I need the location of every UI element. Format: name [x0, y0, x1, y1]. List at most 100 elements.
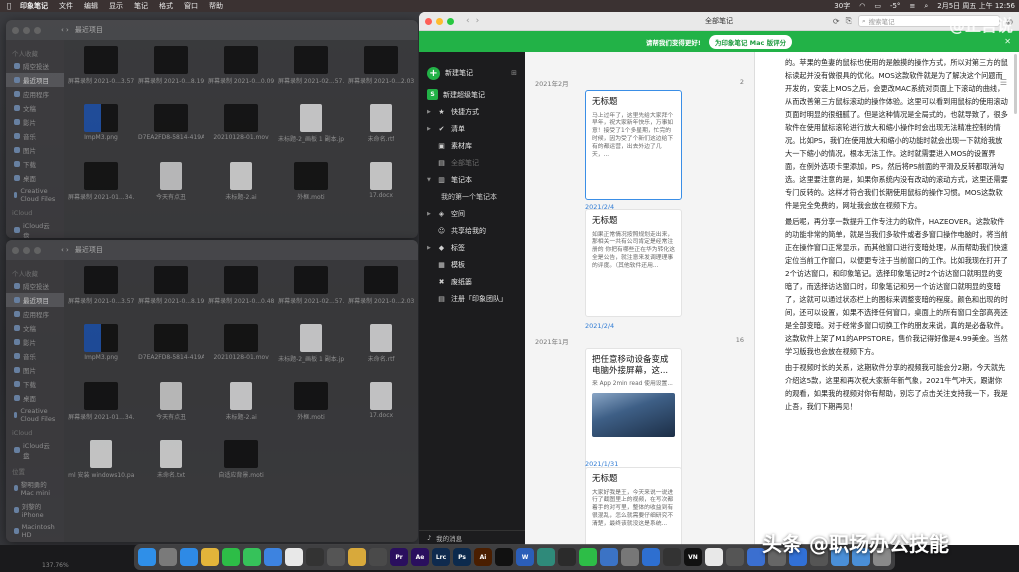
- photos-icon[interactable]: [348, 548, 366, 566]
- music-icon[interactable]: [663, 548, 681, 566]
- sidebar-item[interactable]: 黎明勇的 Mac mini: [6, 477, 64, 499]
- sidebar-item[interactable]: 音乐: [6, 129, 64, 143]
- file-item[interactable]: 屏幕录制 2021-0...3.57.mov: [68, 266, 134, 322]
- file-item[interactable]: 今天有点丑: [138, 162, 204, 218]
- sidebar-item[interactable]: 文稿: [6, 101, 64, 115]
- menu-window[interactable]: 窗口: [184, 1, 198, 11]
- file-item[interactable]: 未命名.txt: [138, 440, 204, 496]
- sidebar-item[interactable]: ▶ ✔ 清单: [419, 120, 525, 137]
- close-icon[interactable]: ✕: [1004, 37, 1011, 46]
- chrome-icon[interactable]: [201, 548, 219, 566]
- note-card[interactable]: 无标题 大家好我是王，今天来说一说进行了截图里上的视频，在写次都着手的对写里，整体…: [585, 467, 682, 545]
- settings-icon[interactable]: [621, 548, 639, 566]
- sidebar-item[interactable]: 影片: [6, 115, 64, 129]
- finalcut-icon[interactable]: [306, 548, 324, 566]
- sidebar-item[interactable]: ▶ ◆ 标签: [419, 239, 525, 256]
- menu-view[interactable]: 显示: [109, 1, 123, 11]
- file-item[interactable]: ml 安装 windows10.pages: [68, 440, 134, 496]
- sidebar-item[interactable]: Seagate Expansi: [6, 541, 64, 542]
- menubar-datetime[interactable]: 2月5日 周五 上午 12:56: [937, 1, 1015, 11]
- share-icon[interactable]: ⎘: [846, 16, 852, 26]
- apple-icon[interactable]: : [4, 2, 14, 10]
- compass-icon[interactable]: [600, 548, 618, 566]
- sidebar-item[interactable]: 下载: [6, 377, 64, 391]
- menu-help[interactable]: 帮助: [209, 1, 223, 11]
- clip-icon[interactable]: [726, 548, 744, 566]
- minimize-button[interactable]: [23, 246, 30, 254]
- pcpc-icon[interactable]: [558, 548, 576, 566]
- file-item[interactable]: 未标题-2.ai: [208, 162, 274, 218]
- mail-icon[interactable]: [264, 548, 282, 566]
- file-item[interactable]: 外框.moti: [278, 162, 344, 218]
- sidebar-item[interactable]: 最近项目: [6, 293, 65, 307]
- lightroom-icon[interactable]: Lrc: [432, 548, 450, 566]
- menu-note[interactable]: 笔记: [134, 1, 148, 11]
- sidebar-item[interactable]: 图片: [6, 143, 64, 157]
- close-button[interactable]: [425, 17, 432, 25]
- sync-icon[interactable]: ⟳: [833, 17, 840, 26]
- aftereffects-icon[interactable]: Ae: [411, 548, 429, 566]
- new-super-note-button[interactable]: S 新建超级笔记: [419, 86, 525, 103]
- file-item[interactable]: 屏幕录制 2021-01...34.mov: [68, 162, 134, 218]
- grid-icon[interactable]: ⊞: [511, 69, 517, 77]
- note-card[interactable]: 无标题 马上过年了，这里先给大家拜个早年，祝大家新年快乐，万事如意！接受了1个多星…: [585, 90, 682, 200]
- note-editor[interactable]: 的。苹果的鱼妻的鼠标也使用的是触摸的操作方式，所以对第三方的鼠标读起并没有做很具…: [755, 52, 1019, 545]
- file-item[interactable]: 屏幕录制 2021-0...8.19.mov: [138, 46, 204, 102]
- sidebar-item[interactable]: ▤ 注册「印象团队」: [419, 290, 525, 307]
- sidebar-item[interactable]: ▦ 模板: [419, 256, 525, 273]
- file-item[interactable]: 未标题-2_画板 1 副本.jpg: [278, 104, 344, 160]
- file-item[interactable]: 今天有点丑: [138, 382, 204, 438]
- word-icon[interactable]: W: [516, 548, 534, 566]
- spotlight-icon[interactable]: ⌕: [924, 2, 928, 11]
- battery-icon[interactable]: ▭: [874, 2, 881, 10]
- weather-temp[interactable]: -5°: [890, 2, 900, 10]
- file-item[interactable]: 未命名.rtf: [348, 104, 414, 160]
- sidebar-item[interactable]: ▤ 全部笔记: [419, 154, 525, 171]
- note-body[interactable]: 的。苹果的鱼妻的鼠标也使用的是触摸的操作方式，所以对第三方的鼠标读起并没有做很具…: [785, 56, 1009, 416]
- sidebar-item[interactable]: 文稿: [6, 321, 64, 335]
- file-item[interactable]: 屏幕录制 2021-0...2.03.mov: [348, 266, 414, 322]
- file-item[interactable]: 屏幕录制 2021-01...34.mov: [68, 382, 134, 438]
- vn-icon[interactable]: VN: [684, 548, 702, 566]
- file-item[interactable]: 自适应背景.moti: [208, 440, 274, 496]
- sidebar-item[interactable]: Creative Cloud Files: [6, 185, 64, 205]
- capcut-icon[interactable]: [495, 548, 513, 566]
- sidebar-item[interactable]: ▣ 素材库: [419, 137, 525, 154]
- control-center-icon[interactable]: ≡: [909, 2, 915, 10]
- close-button[interactable]: [12, 26, 19, 34]
- caret-icon[interactable]: ▶: [427, 211, 432, 217]
- safari-icon[interactable]: [180, 548, 198, 566]
- sidebar-item[interactable]: 隔空投送: [6, 59, 64, 73]
- outline-icon[interactable]: ☰: [1000, 78, 1007, 87]
- file-item[interactable]: 屏幕录制 2021-0...0.09.mov: [208, 46, 274, 102]
- sidebar-item[interactable]: iCloud云盘: [6, 218, 64, 238]
- note-card[interactable]: 无标题 如果正常情况按照规划走出来，那相关一共有公司肯定是经常注册的 你把有哪些正…: [585, 209, 682, 317]
- sidebar-item[interactable]: 影片: [6, 335, 64, 349]
- finder-icon[interactable]: [138, 548, 156, 566]
- caret-icon[interactable]: ▶: [427, 109, 432, 115]
- menu-app-name[interactable]: 印象笔记: [20, 1, 48, 11]
- sidebar-item[interactable]: 桌面: [6, 171, 64, 185]
- file-item[interactable]: 20210128-01.mov: [208, 104, 274, 160]
- file-item[interactable]: D7EA2FD8-5814-419A-9...C9E.mp4: [138, 324, 204, 380]
- account-icon[interactable]: ◉: [1006, 17, 1013, 26]
- sidebar-item[interactable]: ✖ 废纸篓: [419, 273, 525, 290]
- photoshop-icon[interactable]: Ps: [453, 548, 471, 566]
- file-item[interactable]: 屏幕录制 2021-02...57.mov: [278, 46, 344, 102]
- sidebar-item[interactable]: 隔空投送: [6, 279, 64, 293]
- forward-icon[interactable]: ›: [476, 16, 480, 26]
- caret-icon[interactable]: ▼: [427, 177, 432, 183]
- calendar-icon[interactable]: [285, 548, 303, 566]
- sidebar-item[interactable]: ▼ ▥ 笔记本: [419, 171, 525, 188]
- sidebar-item[interactable]: ▶ ◈ 空间: [419, 205, 525, 222]
- sidebar-item[interactable]: Creative Cloud Files: [6, 405, 64, 425]
- compressor-icon[interactable]: [327, 548, 345, 566]
- sidebar-item[interactable]: ☺ 共享给我的: [419, 222, 525, 239]
- messages-icon[interactable]: [243, 548, 261, 566]
- zoom-button[interactable]: [34, 26, 41, 34]
- sidebar-item[interactable]: ▶ ★ 快捷方式: [419, 103, 525, 120]
- my-messages[interactable]: ♪ 我的消息: [419, 530, 525, 545]
- motion-icon[interactable]: [369, 548, 387, 566]
- file-item[interactable]: 屏幕录制 2021-0...3.57.mov: [68, 46, 134, 102]
- file-item[interactable]: 20210128-01.mov: [208, 324, 274, 380]
